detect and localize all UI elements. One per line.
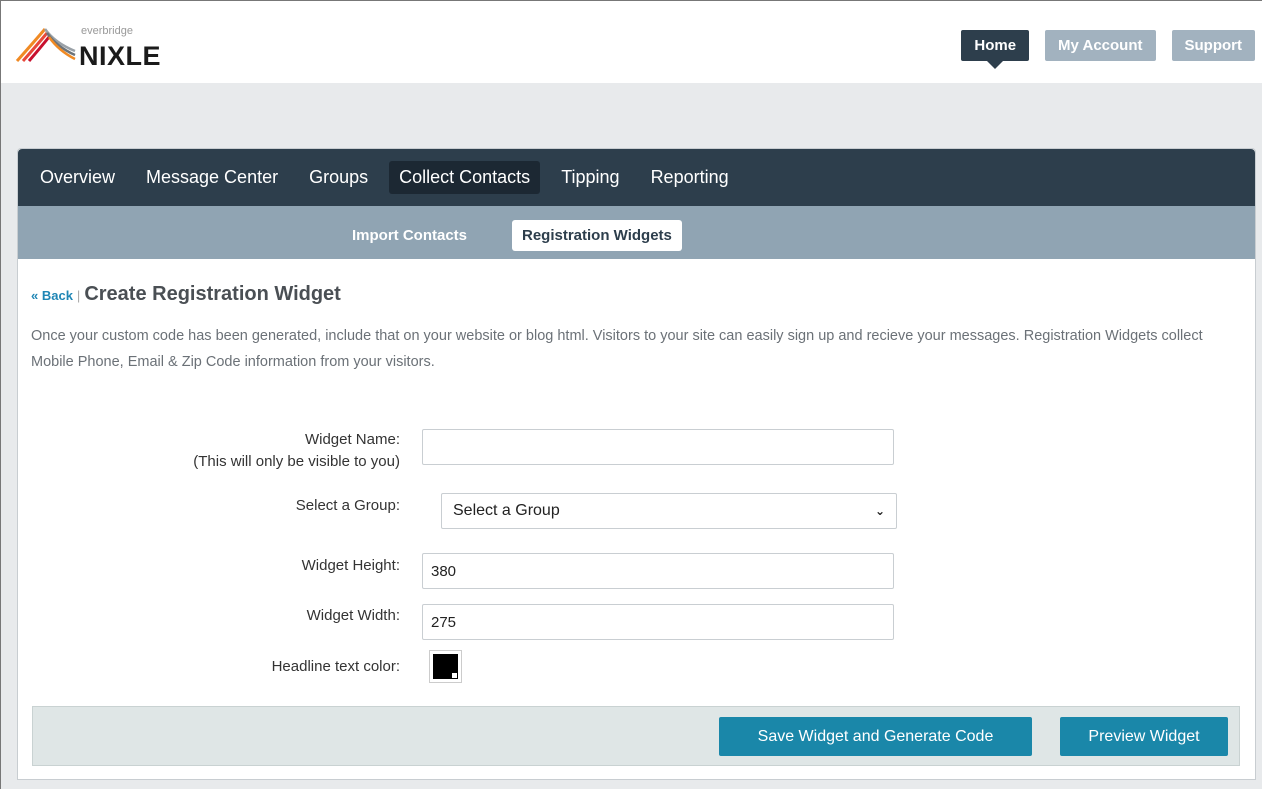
group-select[interactable]: Select a Group ⌄ [441, 493, 897, 529]
logo-tagline: everbridge [81, 25, 133, 37]
chevron-down-icon: ⌄ [874, 504, 885, 518]
nav-collect-contacts[interactable]: Collect Contacts [389, 161, 541, 194]
nav-overview[interactable]: Overview [30, 161, 125, 194]
widget-name-input[interactable] [422, 429, 894, 465]
main-panel: Overview Message Center Groups Collect C… [17, 148, 1256, 780]
widget-height-label: Widget Height: [301, 557, 400, 574]
top-nav: Home My Account Support [961, 30, 1255, 69]
nav-message-center[interactable]: Message Center [136, 161, 288, 194]
widget-width-input[interactable] [422, 604, 894, 640]
nav-reporting[interactable]: Reporting [641, 161, 739, 194]
save-generate-button[interactable]: Save Widget and Generate Code [719, 717, 1032, 756]
subnav-registration-widgets[interactable]: Registration Widgets [512, 220, 682, 251]
back-link[interactable]: « Back [31, 288, 73, 303]
widget-name-label-group: Widget Name: (This will only be visible … [98, 429, 400, 473]
widget-width-label: Widget Width: [306, 607, 400, 624]
headline-color-label: Headline text color: [271, 658, 400, 675]
form-actions-bar: Save Widget and Generate Code Preview Wi… [32, 706, 1240, 766]
top-nav-home[interactable]: Home [961, 30, 1030, 69]
logo-wordmark: NIXLE [79, 41, 162, 71]
top-nav-support[interactable]: Support [1171, 30, 1255, 61]
nav-tipping[interactable]: Tipping [551, 161, 629, 194]
top-header: everbridge NIXLE Home My Account Support [1, 1, 1262, 83]
main-nav: Overview Message Center Groups Collect C… [18, 149, 1255, 206]
headline-color-picker[interactable] [429, 650, 462, 683]
top-nav-my-account[interactable]: My Account [1045, 30, 1156, 61]
breadcrumb-separator: | [76, 288, 81, 303]
logo-mark-icon [15, 28, 76, 62]
group-select-value: Select a Group [453, 502, 560, 519]
nav-groups[interactable]: Groups [299, 161, 378, 194]
group-label: Select a Group: [295, 497, 400, 514]
page-description: Once your custom code has been generated… [31, 328, 1203, 370]
widget-height-input[interactable] [422, 553, 894, 589]
widget-name-label: Widget Name: [304, 431, 400, 448]
color-swatch [433, 654, 458, 679]
subnav-import-contacts[interactable]: Import Contacts [342, 220, 477, 251]
breadcrumb: « Back | Create Registration Widget [31, 283, 341, 306]
widget-name-hint: (This will only be visible to you) [193, 453, 400, 470]
preview-widget-button[interactable]: Preview Widget [1060, 717, 1228, 756]
page-title: Create Registration Widget [84, 283, 341, 305]
sub-nav: Import Contacts Registration Widgets [18, 206, 1255, 259]
nixle-logo[interactable]: everbridge NIXLE [15, 19, 195, 73]
